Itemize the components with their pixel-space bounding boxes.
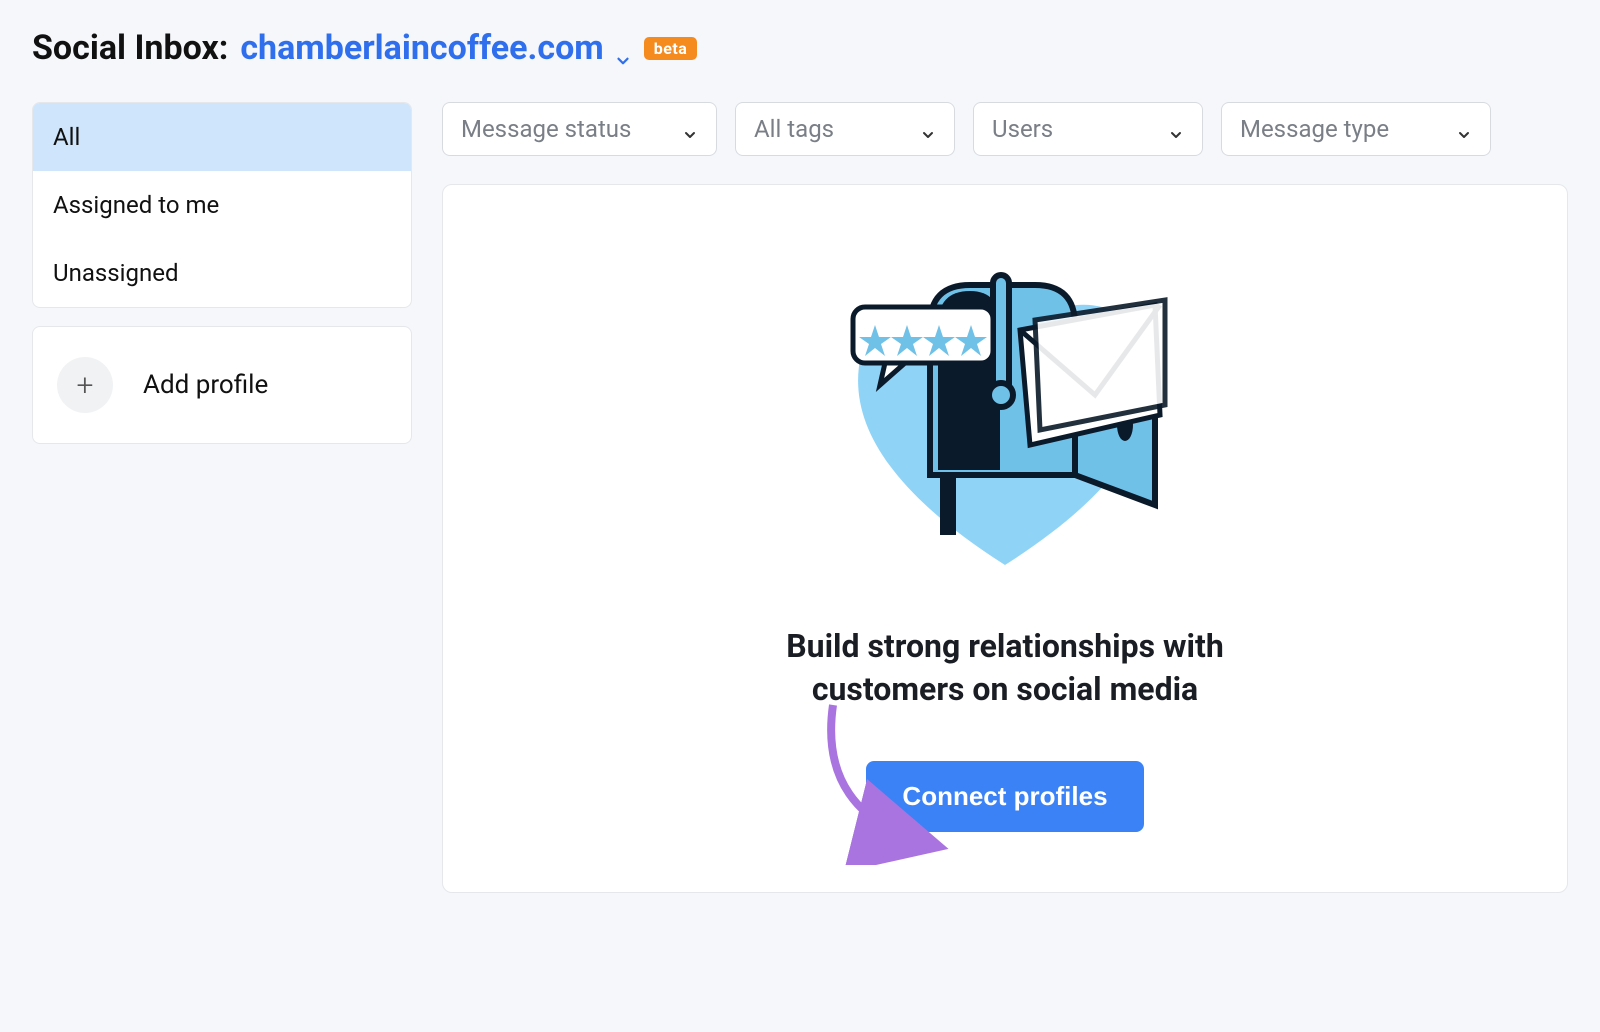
beta-badge: beta — [644, 37, 698, 60]
domain-selector[interactable]: chamberlaincoffee.com — [240, 28, 631, 68]
filter-label: Users — [992, 115, 1053, 143]
empty-state-card: Build strong relationships with customer… — [442, 184, 1568, 893]
sidebar-item-all[interactable]: All — [33, 103, 411, 171]
main-area: Message status All tags Users Message ty… — [442, 102, 1568, 893]
inbox-filter-card: All Assigned to me Unassigned — [32, 102, 412, 308]
mailbox-illustration — [825, 245, 1185, 585]
page-title: Social Inbox: — [32, 28, 228, 68]
chevron-down-icon — [1456, 121, 1472, 137]
filter-users[interactable]: Users — [973, 102, 1203, 156]
page-header: Social Inbox: chamberlaincoffee.com beta — [32, 28, 1568, 68]
sidebar: All Assigned to me Unassigned + Add prof… — [32, 102, 412, 462]
filter-message-status[interactable]: Message status — [442, 102, 717, 156]
filter-all-tags[interactable]: All tags — [735, 102, 955, 156]
plus-icon: + — [57, 357, 113, 413]
filter-label: All tags — [754, 115, 834, 143]
connect-profiles-button[interactable]: Connect profiles — [866, 761, 1143, 832]
filter-message-type[interactable]: Message type — [1221, 102, 1491, 156]
filter-label: Message type — [1240, 115, 1389, 143]
filter-label: Message status — [461, 115, 631, 143]
filter-bar: Message status All tags Users Message ty… — [442, 102, 1568, 156]
sidebar-item-assigned-to-me[interactable]: Assigned to me — [33, 171, 411, 239]
chevron-down-icon — [1168, 121, 1184, 137]
add-profile-button[interactable]: + Add profile — [32, 326, 412, 444]
domain-name: chamberlaincoffee.com — [240, 28, 603, 68]
chevron-down-icon — [920, 121, 936, 137]
chevron-down-icon — [682, 121, 698, 137]
add-profile-label: Add profile — [143, 370, 268, 400]
chevron-down-icon — [614, 39, 632, 57]
empty-state-heading: Build strong relationships with customer… — [725, 625, 1285, 711]
sidebar-item-unassigned[interactable]: Unassigned — [33, 239, 411, 307]
